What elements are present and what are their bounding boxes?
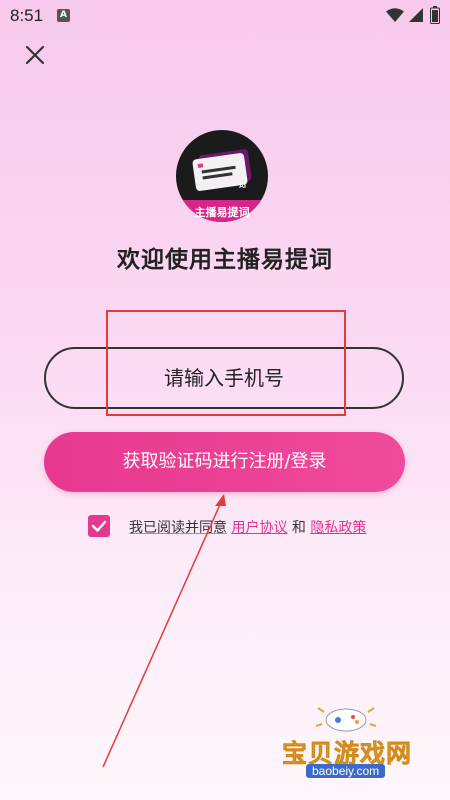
- gamepad-icon: [316, 707, 376, 732]
- annotation-arrow: [102, 494, 226, 768]
- watermark-url: baobeiy.com: [306, 764, 386, 778]
- watermark: 宝贝游戏网 baobeiy.com: [270, 700, 430, 790]
